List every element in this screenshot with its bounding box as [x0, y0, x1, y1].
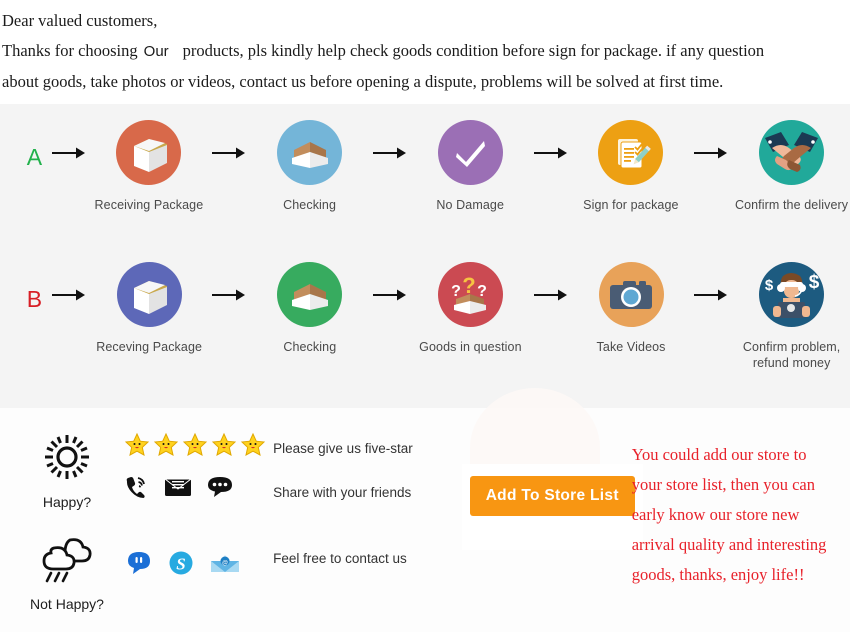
intro-paragraph: Dear valued customers, Thanks for choosi… [0, 0, 850, 104]
step-sign-for-package: Sign for package [572, 120, 689, 213]
star-icon[interactable] [182, 432, 208, 463]
caption-five-star: Please give us five-star [273, 441, 413, 456]
flow-row-b: B Receving Package Checking ? ? ? Goods … [0, 244, 850, 384]
process-flow-section: A Receiving Package Checking No Damage S… [0, 104, 850, 408]
step-label-line-1: Confirm problem, [742, 340, 841, 354]
step-confirm-problem-refund: $ $ Confirm problem, refund money [733, 262, 850, 371]
step-label: Receving Package [96, 340, 203, 354]
mood-not-happy: Not Happy? [30, 536, 104, 612]
aliwangwang-icon[interactable] [126, 550, 152, 581]
handshake-icon [759, 120, 825, 185]
promo-line: your store list, then you can [631, 475, 815, 494]
step-label: Confirm the delivery [734, 198, 849, 212]
closed-box-icon [116, 262, 182, 327]
open-box-icon [277, 120, 343, 185]
step-label: Checking [283, 340, 337, 354]
arrow-right-icon [47, 146, 91, 160]
star-rating[interactable] [124, 432, 273, 463]
caption-contact-us: Feel free to contact us [273, 551, 407, 566]
arrow-right-icon [368, 288, 412, 302]
mood-happy: Happy? [30, 432, 104, 510]
step-checking-b: Checking [251, 262, 368, 355]
checkmark-icon [437, 120, 503, 185]
add-to-store-list-button[interactable]: Add To Store List [469, 476, 635, 516]
intro-line-3: about goods, take photos or videos, cont… [2, 72, 724, 91]
question-box-icon: ? ? ? [437, 262, 503, 327]
arrow-right-icon [689, 288, 733, 302]
step-confirm-delivery: Confirm the delivery [733, 120, 850, 213]
signed-document-icon [598, 120, 664, 185]
caption-share-friends: Share with your friends [273, 485, 412, 500]
promo-line: arrival quality and interesting [631, 535, 827, 554]
arrow-right-icon [368, 146, 412, 160]
row-a-letter: A [26, 144, 43, 170]
step-label: No Damage [436, 198, 505, 212]
intro-line-2-suffix: products, pls kindly help check goods co… [182, 41, 765, 60]
arrow-right-icon [207, 146, 251, 160]
service-section: Happy? Not Happy? S @ Please give us fiv… [0, 388, 850, 632]
arrow-right-icon [207, 288, 251, 302]
mood-happy-label: Happy? [42, 494, 92, 510]
star-icon[interactable] [240, 432, 266, 463]
svg-text:$: $ [765, 277, 774, 294]
promo-text-column: You could add our store to your store li… [632, 426, 850, 612]
star-icon[interactable] [124, 432, 150, 463]
step-take-videos: Take Videos [573, 262, 690, 355]
step-label: Receiving Package [94, 198, 204, 212]
step-label: Confirm problem, refund money [743, 339, 840, 371]
captions-column: Please give us five-star Share with your… [273, 426, 462, 612]
step-receiving-package-b: Receving Package [91, 262, 208, 355]
svg-text:@: @ [222, 561, 228, 567]
phone-icon[interactable] [124, 475, 150, 504]
closed-box-icon [116, 120, 182, 185]
store-button-backdrop: Add To Store List [461, 464, 643, 550]
rain-cloud-icon [40, 536, 94, 589]
store-button-column: Add To Store List [461, 426, 643, 612]
star-icon[interactable] [211, 432, 237, 463]
intro-line-2: Thanks for choosing Our products, pls kind… [2, 36, 850, 67]
promo-line: You could add our store to [631, 445, 807, 464]
support-agent-icon: $ $ [759, 262, 825, 327]
email-icon[interactable]: @ [210, 551, 240, 580]
row-b-letter: B [26, 286, 43, 312]
svg-text:?: ? [452, 283, 462, 300]
mood-not-happy-label: Not Happy? [30, 596, 104, 612]
sun-icon [42, 432, 92, 487]
chat-bubble-icon[interactable] [206, 475, 234, 504]
intro-our-word: Our [143, 43, 169, 60]
skype-icon[interactable]: S [168, 550, 194, 581]
contact-icons-happy [124, 475, 273, 504]
intro-line-2-prefix: Thanks for choosing [2, 41, 138, 60]
mood-column: Happy? Not Happy? [0, 426, 124, 612]
step-no-damage: No Damage [412, 120, 529, 213]
flow-row-a: A Receiving Package Checking No Damage S… [0, 104, 850, 244]
promo-line: early know our store new [631, 505, 800, 524]
arrow-right-icon [47, 288, 91, 302]
step-checking-a: Checking [251, 120, 368, 213]
promo-line: goods, thanks, enjoy life!! [631, 565, 805, 584]
envelope-icon[interactable] [163, 476, 193, 503]
contact-icons-not-happy: S @ [124, 550, 273, 581]
step-label: Sign for package [583, 198, 679, 212]
arrow-right-icon [529, 288, 573, 302]
step-label: Checking [283, 198, 337, 212]
svg-text:?: ? [463, 273, 476, 298]
step-goods-in-question: ? ? ? Goods in question [412, 262, 529, 355]
open-box-icon [277, 262, 343, 327]
star-icon[interactable] [153, 432, 179, 463]
social-icons-column: S @ [124, 426, 273, 612]
step-label: Take Videos [596, 340, 666, 354]
step-label-line-2: refund money [752, 356, 831, 370]
svg-text:$: $ [809, 272, 820, 293]
arrow-right-icon [689, 146, 733, 160]
intro-line-1: Dear valued customers, [2, 11, 158, 30]
camera-icon [598, 262, 664, 327]
svg-text:S: S [177, 555, 186, 574]
arrow-right-icon [529, 146, 573, 160]
step-label: Goods in question [419, 340, 522, 354]
step-receiving-package-a: Receiving Package [90, 120, 207, 213]
